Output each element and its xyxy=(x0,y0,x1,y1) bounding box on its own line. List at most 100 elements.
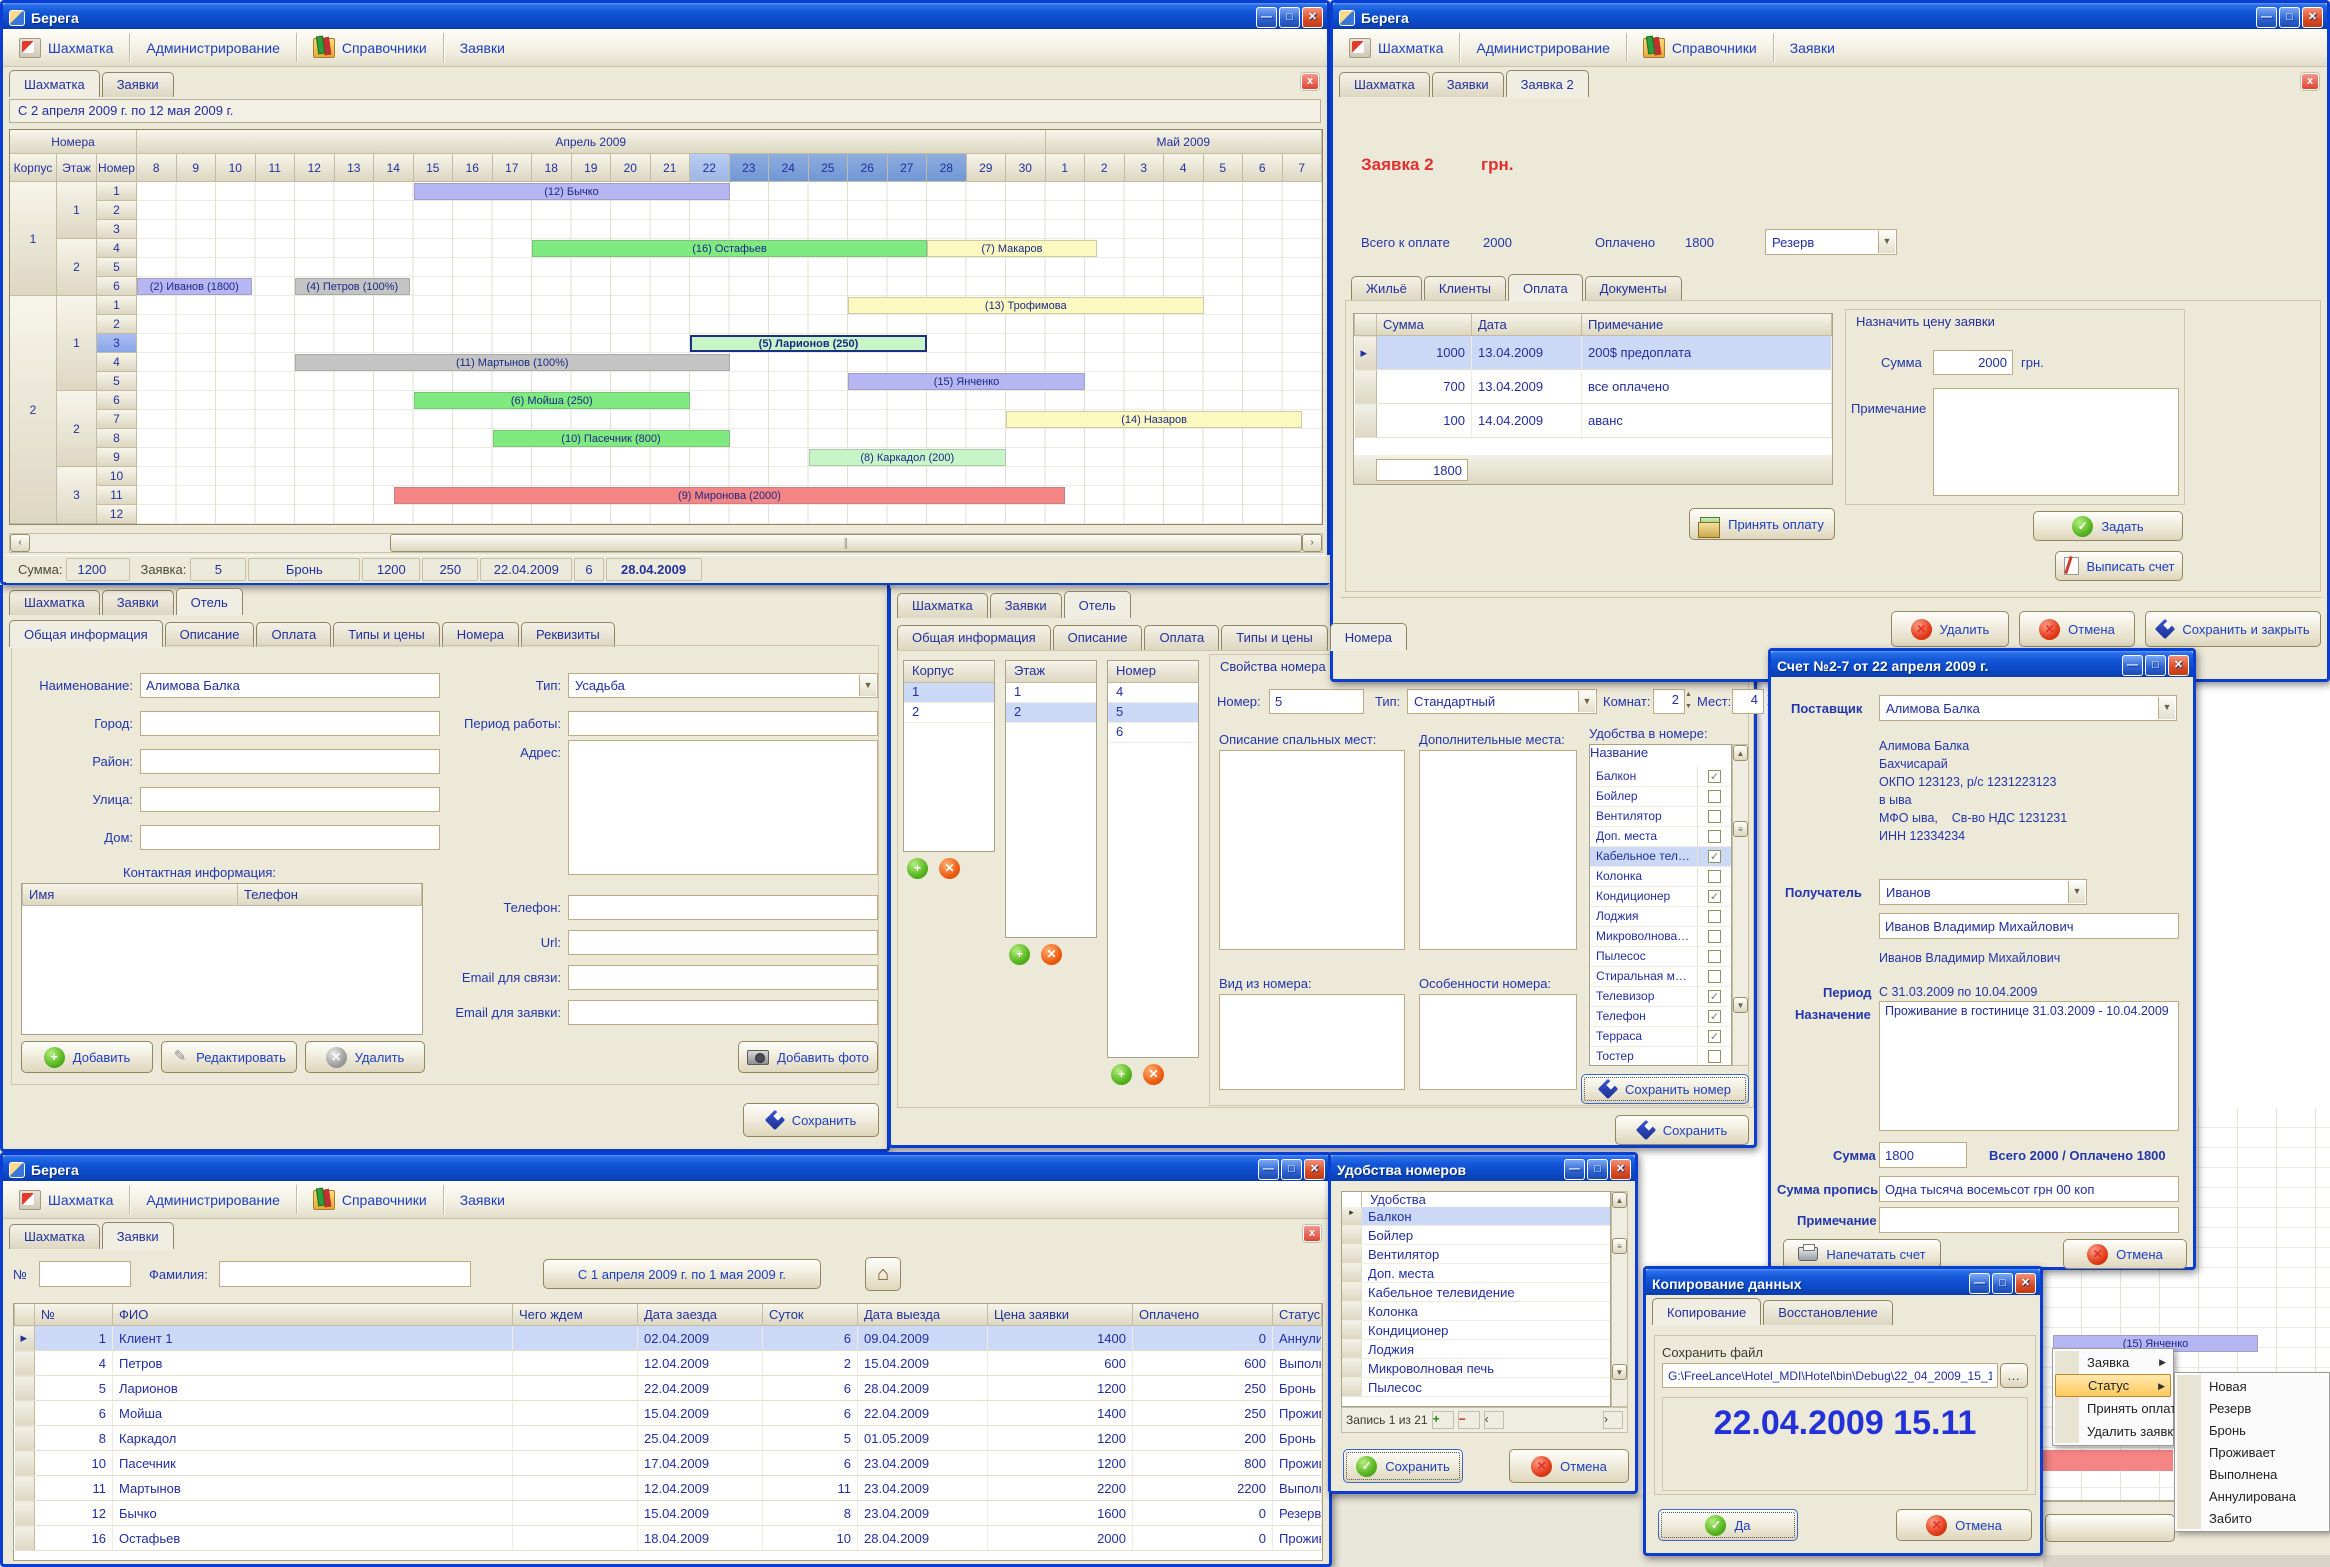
amenity-row-Телефон[interactable]: Телефон✓ xyxy=(1590,1007,1731,1027)
minimize-button[interactable]: — xyxy=(1258,1159,1279,1180)
korpus-list[interactable]: Корпус12 xyxy=(903,660,995,852)
rooms-stepper-arrows-icon[interactable]: ▲▼ xyxy=(1685,689,1692,713)
checkbox-icon[interactable]: ✓ xyxy=(1708,1010,1721,1023)
status-option-проживает[interactable]: Проживает xyxy=(2177,1441,2327,1463)
gantt-hscrollbar[interactable]: ‹ ║ › xyxy=(9,533,1323,553)
close-button[interactable]: ✕ xyxy=(1610,1159,1631,1180)
invoice-titlebar[interactable]: Счет №2-7 от 22 апреля 2009 г. — □ ✕ xyxy=(1771,651,2193,677)
minimize-button[interactable]: — xyxy=(1256,7,1277,28)
next-record-icon[interactable]: › xyxy=(1603,1411,1623,1429)
status-option-резерв[interactable]: Резерв xyxy=(2177,1397,2327,1419)
amenities-cancel-button[interactable]: ✕Отмена xyxy=(1509,1449,1629,1483)
status-option-забито[interactable]: Забито xyxy=(2177,1507,2327,1529)
amenity-checkbox-cell[interactable] xyxy=(1697,907,1731,926)
menu-item-принять-оплату[interactable]: Принять оплату xyxy=(2055,1397,2171,1420)
amenity-row-Вентилятор[interactable]: Вентилятор xyxy=(1590,807,1731,827)
delete-contact-button[interactable]: ✕Удалить xyxy=(305,1041,425,1073)
combo-arrow-icon[interactable]: ▼ xyxy=(859,675,876,696)
checkbox-icon[interactable] xyxy=(1708,810,1721,823)
delete-nomer-button[interactable]: ✕ xyxy=(1143,1064,1164,1085)
checkbox-icon[interactable] xyxy=(1708,790,1721,803)
request-titlebar[interactable]: Берега — □ ✕ xyxy=(1333,3,2327,29)
tab-заявка-2[interactable]: Заявка 2 xyxy=(1506,70,1589,97)
copy-cancel-button[interactable]: ✕Отмена xyxy=(1896,1509,2032,1541)
cancel-button[interactable]: ✕Отмена xyxy=(2019,611,2135,647)
amenity-row-Микроволновая печь[interactable]: Микроволновая печь xyxy=(1590,927,1731,947)
toolbar-item-2[interactable]: Администрирование xyxy=(1460,29,1626,66)
amenity-checkbox-cell[interactable]: ✓ xyxy=(1697,887,1731,906)
street-input[interactable] xyxy=(140,787,440,812)
tab-close-icon[interactable]: x xyxy=(1301,73,1319,90)
gantt-room-0-5[interactable]: 5 xyxy=(97,258,137,277)
requests-col-Оплачено[interactable]: Оплачено xyxy=(1133,1304,1273,1326)
gantt-day-apr-23[interactable]: 23 xyxy=(730,154,770,182)
toolbar-item-1[interactable]: Шахматка xyxy=(3,1181,129,1218)
gantt-bar[interactable]: (14) Назаров xyxy=(1006,411,1302,428)
amenity-checkbox-cell[interactable] xyxy=(1697,787,1731,806)
email-request-input[interactable] xyxy=(568,1000,878,1025)
dialog-amenity-row[interactable]: Пылесос xyxy=(1342,1378,1610,1397)
delete-etazh-button[interactable]: ✕ xyxy=(1041,944,1062,965)
list-item[interactable]: 2 xyxy=(1006,703,1096,723)
checkbox-icon[interactable] xyxy=(1708,830,1721,843)
minimize-button[interactable]: — xyxy=(1564,1159,1585,1180)
gantt-day-apr-30[interactable]: 30 xyxy=(1006,154,1046,182)
gantt-bar[interactable]: (7) Макаров xyxy=(927,240,1097,257)
words-input[interactable] xyxy=(1879,1176,2179,1202)
add-etazh-button[interactable]: + xyxy=(1009,944,1030,965)
toolbar-item-1[interactable]: Шахматка xyxy=(1333,29,1459,66)
toolbar-item-4[interactable]: Заявки xyxy=(1774,29,1851,66)
add-photo-button[interactable]: Добавить фото xyxy=(738,1041,878,1073)
gantt-bar[interactable]: (11) Мартынов (100%) xyxy=(295,354,730,371)
payment-row[interactable]: 70013.04.2009все оплачено xyxy=(1355,370,1832,404)
toolbar-item-4[interactable]: Заявки xyxy=(444,1181,521,1218)
maximize-button[interactable]: □ xyxy=(1992,1273,2013,1294)
toolbar-item-4[interactable]: Заявки xyxy=(444,29,521,66)
list-item[interactable]: 5 xyxy=(1108,703,1198,723)
close-button[interactable]: ✕ xyxy=(1302,7,1323,28)
gantt-day-apr-24[interactable]: 24 xyxy=(769,154,809,182)
room-num-input[interactable] xyxy=(1269,689,1364,714)
amenity-row-Пылесос[interactable]: Пылесос xyxy=(1590,947,1731,967)
gantt-day-apr-15[interactable]: 15 xyxy=(414,154,454,182)
tab-общая-информация[interactable]: Общая информация xyxy=(9,620,163,647)
request-row-6[interactable]: 6Мойша15.04.2009622.04.20091400250Прожив… xyxy=(15,1401,1322,1426)
gantt-bar[interactable]: (8) Каркадол (200) xyxy=(809,449,1007,466)
contact-table[interactable]: Имя Телефон xyxy=(21,883,423,1035)
delete-record-icon[interactable]: − xyxy=(1458,1411,1480,1429)
gantt-bar[interactable]: (6) Мойша (250) xyxy=(414,392,691,409)
gantt-day-apr-17[interactable]: 17 xyxy=(493,154,533,182)
tab-оплата[interactable]: Оплата xyxy=(1144,625,1219,650)
gantt-room-1-1[interactable]: 1 xyxy=(97,296,137,315)
status-option-новая[interactable]: Новая xyxy=(2177,1375,2327,1397)
gantt-room-1-5[interactable]: 5 xyxy=(97,372,137,391)
tab-номера[interactable]: Номера xyxy=(1330,623,1407,650)
sum-input[interactable] xyxy=(1879,1142,1967,1168)
requests-titlebar[interactable]: Берега — □ ✕ xyxy=(3,1155,1329,1181)
gantt-day-apr-11[interactable]: 11 xyxy=(256,154,296,182)
tab-close-icon[interactable]: x xyxy=(1303,1225,1321,1242)
requests-col-Дата выезда[interactable]: Дата выезда xyxy=(858,1304,988,1326)
request-row-16[interactable]: 16Остафьев18.04.20091028.04.200920000Про… xyxy=(15,1526,1322,1551)
amenity-row-Терраса[interactable]: Терраса✓ xyxy=(1590,1027,1731,1047)
gantt-room-0-2[interactable]: 2 xyxy=(97,201,137,220)
gantt-room-1-7[interactable]: 7 xyxy=(97,410,137,429)
edit-contact-button[interactable]: ✎Редактировать xyxy=(161,1041,297,1073)
gantt-day-may-5[interactable]: 5 xyxy=(1204,154,1244,182)
tab-реквизиты[interactable]: Реквизиты xyxy=(521,622,615,647)
add-record-icon[interactable]: + xyxy=(1432,1411,1454,1429)
gantt-bar[interactable]: (12) Бычко xyxy=(414,183,730,200)
gantt-day-apr-19[interactable]: 19 xyxy=(572,154,612,182)
checkbox-icon[interactable] xyxy=(1708,930,1721,943)
tab-номера[interactable]: Номера xyxy=(442,622,519,647)
dialog-amenity-row[interactable]: ▸Балкон xyxy=(1342,1207,1610,1226)
combo-arrow-icon[interactable]: ▼ xyxy=(1878,231,1895,253)
save-hotel-button[interactable]: Сохранить xyxy=(743,1103,879,1137)
request-row-10[interactable]: 10Пасечник17.04.2009623.04.20091200800Пр… xyxy=(15,1451,1322,1476)
dialog-amenity-row[interactable]: Вентилятор xyxy=(1342,1245,1610,1264)
gantt-day-may-4[interactable]: 4 xyxy=(1164,154,1204,182)
amenity-checkbox-cell[interactable] xyxy=(1697,967,1731,986)
gantt-bar[interactable]: (2) Иванов (1800) xyxy=(137,278,252,295)
room-amenities-list[interactable]: НазваниеБалкон✓БойлерВентиляторДоп. мест… xyxy=(1589,744,1732,1066)
gantt-day-apr-22[interactable]: 22 xyxy=(690,154,730,182)
